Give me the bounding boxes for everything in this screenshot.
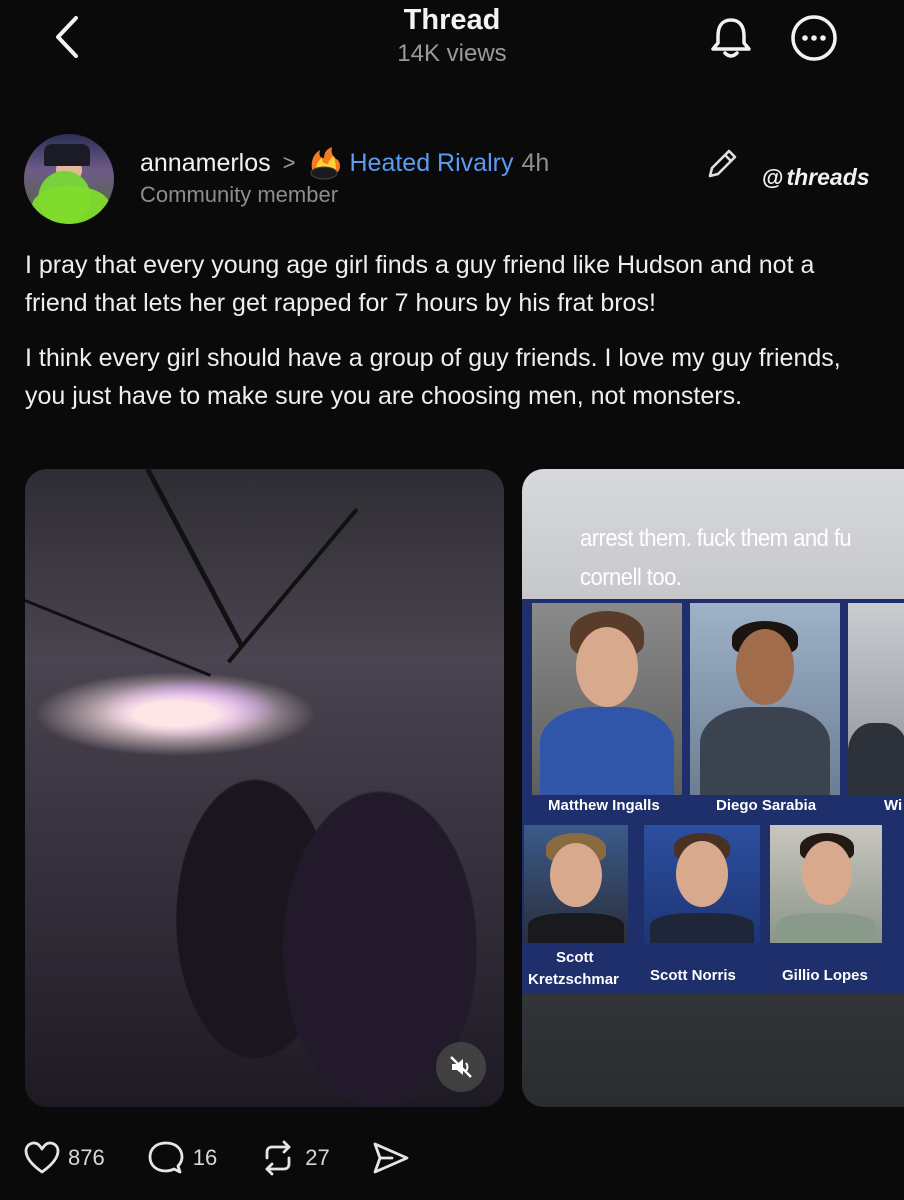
post-image[interactable]: arrest them. fuck them and fu cornell to… xyxy=(522,469,904,1107)
share-button[interactable] xyxy=(372,1140,418,1176)
headshot-photo xyxy=(690,603,840,795)
flaming-puck-icon xyxy=(310,147,340,180)
send-icon xyxy=(373,1142,409,1174)
headshot-photo xyxy=(770,825,882,943)
photo-label: Wi xyxy=(884,797,903,814)
image-caption: arrest them. fuck them and fu cornell to… xyxy=(580,525,852,591)
headshot-photo xyxy=(524,825,628,943)
page-title: Thread xyxy=(403,4,501,36)
threads-watermark: @ threads xyxy=(762,164,870,191)
avatar[interactable] xyxy=(24,134,114,224)
repost-count: 27 xyxy=(305,1145,330,1170)
chevron-right-icon: > xyxy=(282,150,296,175)
post-timestamp: 4h xyxy=(521,148,550,177)
bell-icon[interactable] xyxy=(706,12,756,62)
post-paragraph: I think every girl should have a group o… xyxy=(25,344,841,410)
photo-label: Scott Norris xyxy=(650,967,736,984)
headshot-photo xyxy=(848,603,904,795)
repost-button[interactable]: 27 xyxy=(259,1140,330,1176)
pencil-icon[interactable] xyxy=(704,146,740,182)
photo-label: Scott xyxy=(556,949,594,966)
action-bar: 876 16 27 xyxy=(24,1138,460,1178)
more-options-icon[interactable] xyxy=(788,12,840,64)
photo-label: Matthew Ingalls xyxy=(548,797,660,814)
like-button[interactable]: 876 xyxy=(24,1141,105,1175)
muted-speaker-icon[interactable] xyxy=(436,1042,486,1092)
reply-button[interactable]: 16 xyxy=(147,1140,217,1176)
post-video[interactable] xyxy=(25,469,504,1107)
community-link[interactable]: Heated Rivalry xyxy=(350,149,514,178)
heart-icon xyxy=(24,1141,60,1174)
photo-label: Diego Sarabia xyxy=(716,797,817,814)
photo-grid: Matthew Ingalls Diego Sarabia Wi Scott K… xyxy=(522,599,904,994)
view-count: 14K views xyxy=(397,40,507,67)
username-link[interactable]: annamerlos xyxy=(140,149,271,178)
threads-brand-text: threads xyxy=(786,164,870,190)
comment-icon xyxy=(148,1141,184,1174)
photo-label: Gillio Lopes xyxy=(782,967,868,984)
photo-label: Kretzschmar xyxy=(528,971,619,988)
author-line: annamerlos > Heated Rivalry 4h xyxy=(140,144,549,182)
headshot-photo xyxy=(532,603,682,795)
reply-count: 16 xyxy=(192,1145,218,1170)
post-paragraph: I pray that every young age girl finds a… xyxy=(25,251,815,317)
headshot-photo xyxy=(644,825,760,943)
repost-icon xyxy=(265,1140,291,1176)
community-role: Community member xyxy=(140,182,339,207)
threads-logo-icon: @ xyxy=(762,164,784,190)
like-count: 876 xyxy=(68,1145,105,1170)
